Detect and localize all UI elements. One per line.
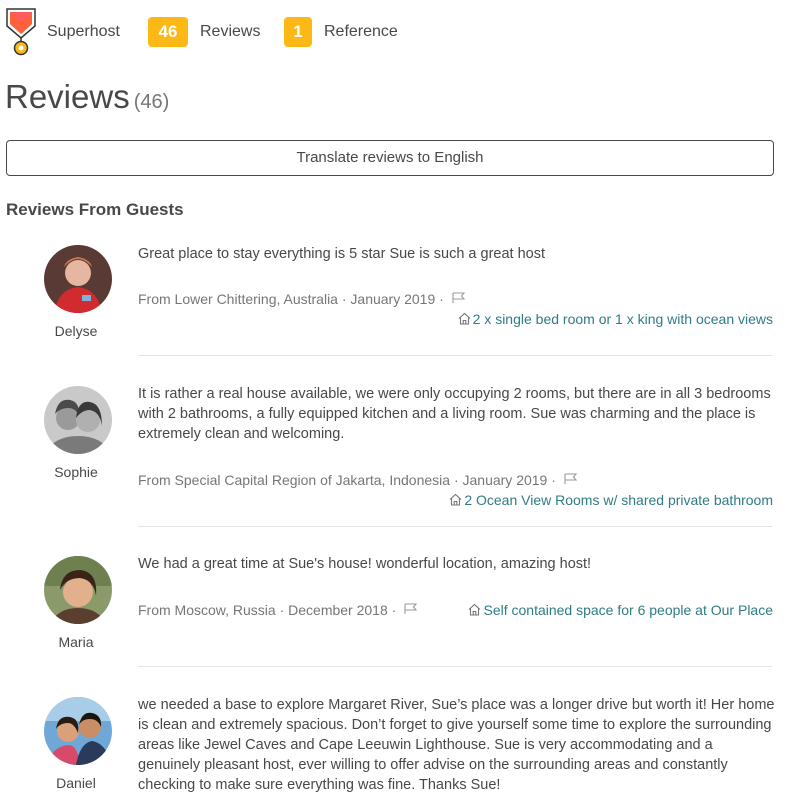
page-title-text: Reviews (5, 78, 130, 115)
reviewer-name[interactable]: Sophie (30, 464, 122, 480)
reviews-total-count: (46) (133, 91, 170, 113)
listing-link-text[interactable]: 2 x single bed room or 1 x king with oce… (473, 311, 773, 327)
home-icon (468, 603, 481, 616)
avatar[interactable] (44, 386, 112, 454)
divider (138, 526, 772, 527)
page-title: Reviews (46) (5, 78, 169, 116)
listing-link[interactable]: 2 Ocean View Rooms w/ shared private bat… (449, 492, 773, 508)
review-text: We had a great time at Sue's house! wond… (138, 556, 592, 572)
review-text: we needed a base to explore Margaret Riv… (138, 697, 775, 793)
reviewer-name[interactable]: Daniel (30, 775, 122, 791)
section-heading: Reviews From Guests (6, 200, 184, 219)
reference-count-badge: 1 (284, 17, 312, 47)
avatar[interactable] (44, 697, 112, 765)
reviews-label: Reviews (200, 23, 261, 40)
flag-icon[interactable] (452, 291, 466, 303)
reference-label: Reference (324, 23, 398, 40)
reviewer-name[interactable]: Maria (30, 634, 122, 650)
flag-icon[interactable] (564, 472, 578, 484)
review-meta: From Moscow, Russia · December 2018 · (138, 602, 418, 618)
review-meta: From Lower Chittering, Australia · Janua… (138, 291, 466, 307)
listing-link-text[interactable]: 2 Ocean View Rooms w/ shared private bat… (464, 492, 773, 508)
superhost-badge-icon (6, 8, 36, 58)
review-meta: From Special Capital Region of Jakarta, … (138, 472, 578, 488)
review-origin-date: From Moscow, Russia · December 2018 · (138, 602, 397, 618)
divider (138, 355, 772, 356)
avatar[interactable] (44, 245, 112, 313)
home-icon (449, 493, 462, 506)
home-icon (458, 312, 471, 325)
host-badges: Superhost 46 Reviews 1 Reference (6, 8, 796, 58)
listing-link[interactable]: Self contained space for 6 people at Our… (468, 602, 773, 618)
divider (138, 666, 772, 667)
reviews-count-badge: 46 (148, 17, 188, 47)
review-text: Great place to stay everything is 5 star… (138, 246, 546, 262)
flag-icon[interactable] (404, 602, 418, 614)
avatar[interactable] (44, 556, 112, 624)
listing-link-text[interactable]: Self contained space for 6 people at Our… (483, 602, 773, 618)
review-text: It is rather a real house available, we … (138, 386, 771, 442)
reviewer-name[interactable]: Delyse (30, 323, 122, 339)
translate-reviews-button[interactable]: Translate reviews to English (6, 140, 774, 176)
listing-link[interactable]: 2 x single bed room or 1 x king with oce… (458, 311, 773, 327)
superhost-label: Superhost (47, 23, 120, 40)
review-origin-date: From Lower Chittering, Australia · Janua… (138, 291, 444, 307)
review-origin-date: From Special Capital Region of Jakarta, … (138, 472, 556, 488)
